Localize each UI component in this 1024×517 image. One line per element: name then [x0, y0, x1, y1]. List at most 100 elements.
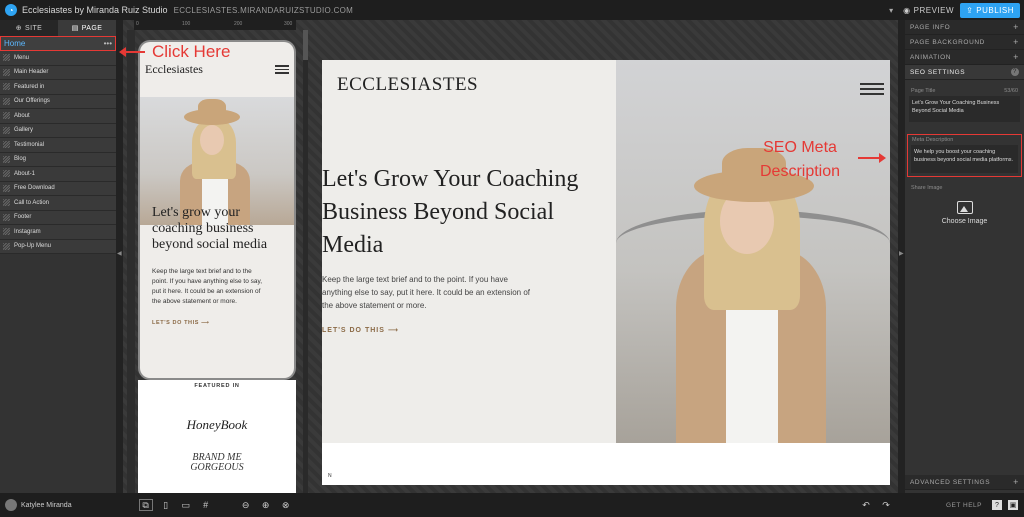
plus-icon[interactable]: + [1013, 37, 1019, 47]
drag-handle-icon[interactable] [3, 184, 10, 192]
desktop-logo[interactable]: ECCLESIASTES [337, 74, 478, 96]
section-item[interactable]: Footer [0, 210, 116, 225]
tab-page[interactable]: ▤ PAGE [58, 20, 116, 36]
section-item[interactable]: Instagram [0, 225, 116, 240]
app-logo-icon[interactable]: ◔ [5, 4, 17, 16]
mobile-headline[interactable]: Let's grow your coaching business beyond… [152, 205, 292, 253]
annotation-line: Description [760, 163, 841, 180]
chevron-right-icon[interactable]: ▶ [899, 250, 904, 257]
left-panel-collapse[interactable]: ◀ [116, 20, 123, 493]
section-item[interactable]: Blog [0, 152, 116, 167]
zoom-out-icon[interactable]: ⊖ [240, 500, 252, 510]
right-panel-collapse[interactable]: ▶ [898, 20, 905, 493]
section-item[interactable]: About-1 [0, 167, 116, 182]
mobile-scrollbar[interactable] [303, 30, 308, 493]
section-label: Instagram [14, 228, 41, 235]
plus-icon[interactable]: + [1013, 52, 1019, 62]
zoom-fit-icon[interactable]: ⊗ [280, 500, 292, 510]
accordion-advanced-settings[interactable]: ADVANCED SETTINGS + [905, 475, 1024, 490]
meta-description-input[interactable]: We help you boost your coaching business… [911, 145, 1018, 173]
click-here-annotation: Click Here [152, 42, 231, 61]
plus-icon[interactable]: + [1013, 477, 1019, 487]
tab-site[interactable]: ⊕ SITE [0, 20, 58, 36]
section-label: Menu [14, 54, 30, 61]
accordion-seo-settings[interactable]: SEO SETTINGS? [905, 65, 1024, 80]
undo-icon[interactable]: ↶ [860, 500, 872, 510]
plus-icon[interactable]: + [1013, 22, 1019, 32]
mobile-view-icon[interactable]: ▯ [160, 500, 172, 510]
accordion-label: ANIMATION [910, 53, 952, 61]
hamburger-menu-icon[interactable] [860, 80, 884, 98]
section-item[interactable]: Testimonial [0, 138, 116, 153]
section-item[interactable]: Gallery [0, 123, 116, 138]
section-item[interactable]: Free Download [0, 181, 116, 196]
drag-handle-icon[interactable] [3, 228, 10, 236]
desktop-cta-link[interactable]: LET'S DO THIS ⟶ [322, 326, 399, 334]
drag-handle-icon[interactable] [3, 68, 10, 76]
drag-handle-icon[interactable] [3, 97, 10, 105]
section-item[interactable]: Featured in [0, 80, 116, 95]
section-label: Free Download [14, 185, 55, 192]
hamburger-menu-icon[interactable] [275, 63, 289, 76]
mobile-body-text[interactable]: Keep the large text brief and to the poi… [152, 267, 267, 307]
chevron-left-icon[interactable]: ◀ [117, 250, 122, 257]
zoom-in-icon[interactable]: ⊕ [260, 500, 272, 510]
section-item[interactable]: Main Header [0, 65, 116, 80]
section-item[interactable]: About [0, 109, 116, 124]
drag-handle-icon[interactable] [3, 242, 10, 250]
drag-handle-icon[interactable] [3, 141, 10, 149]
site-title: Ecclesiastes by Miranda Ruiz Studio [22, 5, 168, 15]
page-home-row[interactable]: Home ••• [0, 36, 116, 51]
desktop-preview[interactable]: ECCLESIASTES Let's Grow Your Coaching Bu… [322, 60, 890, 485]
settings-icon[interactable]: ▣ [1008, 500, 1018, 510]
section-item[interactable]: Pop-Up Menu [0, 239, 116, 254]
accordion-page-info[interactable]: PAGE INFO + [905, 20, 1024, 35]
arrow-right-icon: ⟶ [201, 320, 210, 326]
mobile-logo[interactable]: Ecclesiastes [145, 62, 203, 77]
page-title-input[interactable]: Let's Grow Your Coaching Business Beyond… [909, 96, 1020, 122]
desktop-view-icon[interactable]: ▭ [180, 500, 192, 510]
drag-handle-icon[interactable] [3, 54, 10, 62]
mobile-cta-link[interactable]: LET'S DO THIS ⟶ [152, 320, 210, 326]
drag-handle-icon[interactable] [3, 83, 10, 91]
featured-in-label: FEATURED IN [194, 383, 240, 389]
section-label: Call to Action [14, 199, 50, 206]
drag-handle-icon[interactable] [3, 213, 10, 221]
section-item[interactable]: Call to Action [0, 196, 116, 211]
desktop-headline[interactable]: Let's Grow Your Coaching Business Beyond… [322, 163, 612, 262]
choose-image-button[interactable]: Choose Image [905, 218, 1024, 225]
desktop-hero-left: ECCLESIASTES Let's Grow Your Coaching Bu… [322, 60, 616, 443]
section-label: Main Header [14, 69, 49, 76]
help-icon[interactable]: ? [992, 500, 1002, 510]
preview-button[interactable]: ◉ PREVIEW [903, 6, 954, 15]
section-item[interactable]: Menu [0, 51, 116, 66]
image-icon[interactable] [956, 201, 973, 214]
publish-button[interactable]: ⇪ PUBLISH [960, 2, 1020, 18]
drag-handle-icon[interactable] [3, 112, 10, 120]
accordion-page-background[interactable]: PAGE BACKGROUND + [905, 35, 1024, 50]
scrollbar-thumb[interactable] [303, 30, 308, 60]
desktop-mobile-view-icon[interactable]: ⧉ [138, 499, 153, 511]
grid-icon[interactable]: # [200, 500, 212, 510]
right-panel: PAGE INFO + PAGE BACKGROUND + ANIMATION + S… [905, 20, 1024, 493]
get-help-link[interactable]: GET HELP [946, 502, 982, 509]
mobile-preview-frame[interactable]: Ecclesiastes Let's grow your coaching bu… [138, 40, 296, 380]
section-label: Gallery [14, 127, 34, 134]
drag-handle-icon[interactable] [3, 155, 10, 163]
drag-handle-icon[interactable] [3, 170, 10, 178]
section-item[interactable]: Our Offerings [0, 94, 116, 109]
avatar[interactable] [5, 499, 17, 511]
redo-icon[interactable]: ↷ [880, 500, 892, 510]
horizontal-ruler: 0 100 200 300 [134, 20, 296, 30]
user-name[interactable]: Katylee Miranda [21, 502, 72, 509]
desktop-body-text[interactable]: Keep the large text brief and to the poi… [322, 273, 532, 312]
site-url[interactable]: ECCLESIASTES.MIRANDARUIZSTUDIO.COM [174, 6, 354, 15]
help-icon[interactable]: ? [1011, 68, 1019, 76]
drag-handle-icon[interactable] [3, 126, 10, 134]
drag-handle-icon[interactable] [3, 199, 10, 207]
more-options-icon[interactable]: ••• [104, 39, 112, 48]
seo-meta-annotation: SEO Meta Description [760, 136, 840, 184]
publish-label: PUBLISH [976, 5, 1014, 15]
accordion-animation[interactable]: ANIMATION + [905, 50, 1024, 65]
chevron-down-icon[interactable]: ▾ [889, 6, 893, 15]
